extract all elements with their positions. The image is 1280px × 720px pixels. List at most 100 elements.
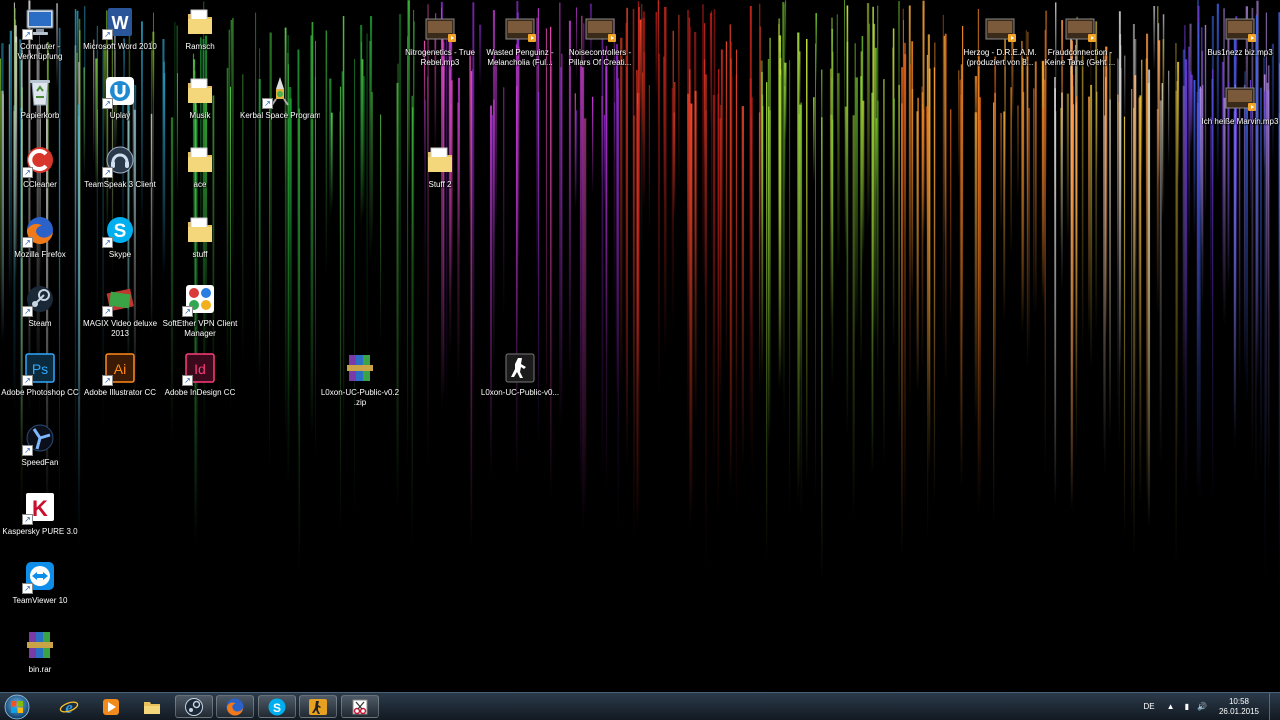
desktop-icon-label: stuff [160,250,240,260]
desktop-icon[interactable]: ↗ Kerbal Space Program [240,73,320,121]
light-streak [491,114,494,332]
desktop-icon[interactable]: Bus1nezz biz.mp3 [1200,10,1280,58]
light-streak [493,99,495,370]
taskbar-button-internet-explorer[interactable]: e [50,695,88,718]
desktop-icon-label: Mozilla Firefox [0,250,80,260]
light-streak [561,53,563,420]
network-icon[interactable]: ▮ [1185,702,1189,711]
light-streak [927,113,929,546]
skype-icon: S ↗ [102,212,138,248]
light-streak [633,115,635,541]
light-streak [798,114,800,487]
light-streak [1054,111,1057,499]
desktop-icon[interactable]: Herzog - D.R.E.A.M. (produziert von 8... [960,10,1040,68]
show-desktop-button[interactable] [1269,693,1280,720]
shortcut-arrow-icon: ↗ [102,29,113,40]
desktop-icon[interactable]: ↗ TeamViewer 10 [0,558,80,606]
taskbar-button-csgo[interactable] [299,695,337,718]
desktop-icon-label-line: stuff [192,250,208,259]
desktop-icon[interactable]: K ↗ Kaspersky PURE 3.0 [0,489,80,537]
light-streak [1185,70,1188,496]
light-streak [736,49,737,382]
light-streak [371,92,373,250]
light-streak [741,106,744,467]
desktop-icon-label-line: .zip [353,398,367,407]
light-streak [702,4,704,286]
desktop-icon[interactable]: Ps ↗ Adobe Photoshop CC [0,350,80,398]
desktop-icon[interactable]: ↗ Mozilla Firefox [0,212,80,260]
desktop-icon-label-line: bin.rar [28,665,52,674]
desktop-icon[interactable]: Wasted Penguinz - Melancholia (Ful... [480,10,560,68]
uplay-icon: ↗ [102,73,138,109]
snipping-tool-icon [350,697,370,717]
light-streak [909,64,911,411]
desktop-icon[interactable]: ↗ CCleaner [0,142,80,190]
desktop-icon[interactable]: L0xon-UC-Public-v0... [480,350,560,398]
desktop-icon[interactable]: L0xon-UC-Public-v0.2 .zip [320,350,400,408]
desktop-icon[interactable]: ↗ Computer - Verknüpfung [0,4,80,62]
desktop-icon-label: Wasted Penguinz - Melancholia (Ful... [480,48,560,68]
desktop-icon[interactable]: ↗ Uplay [80,73,160,121]
desktop-icon[interactable]: Ai ↗ Adobe Illustrator CC [80,350,160,398]
desktop-icon[interactable]: ↗ SoftEther VPN Client Manager [160,281,240,339]
desktop-icon-label-line: Wasted Penguinz - [486,48,554,57]
desktop[interactable]: ↗ Computer - Verknüpfung W ↗ Microsoft Word 2… [0,0,1280,692]
desktop-icon[interactable]: ↗ Steam [0,281,80,329]
light-streak [592,96,594,195]
taskbar-button-media-player[interactable] [92,695,130,718]
light-streak [1197,34,1199,501]
desktop-icon-label-line: Pillars Of Creati... [568,58,632,67]
desktop-icon[interactable]: ↗ MAGIX Video deluxe 2013 [80,281,160,339]
light-streak [1162,14,1165,83]
desktop-icon-label: CCleaner [0,180,80,190]
indesign-icon: Id ↗ [182,350,218,386]
light-streak [46,42,49,238]
counter-strike-icon [502,350,538,386]
taskbar-button-explorer[interactable] [133,695,171,718]
desktop-icon[interactable]: S ↗ Skype [80,212,160,260]
light-streak [1017,105,1019,203]
desktop-icon[interactable]: Ich heiße Marvin.mp3 [1200,79,1280,127]
word-icon: W ↗ [102,4,138,40]
desktop-icon-label: L0xon-UC-Public-v0... [480,388,560,398]
desktop-icon[interactable]: Id ↗ Adobe InDesign CC [160,350,240,398]
desktop-icon[interactable]: Stuff 2 [400,142,480,190]
desktop-icon[interactable]: Noisecontrollers - Pillars Of Creati... [560,10,640,68]
light-streak [875,118,878,194]
desktop-icon[interactable]: Papierkorb [0,73,80,121]
light-streak [923,17,925,240]
desktop-icon[interactable]: ↗ SpeedFan [0,420,80,468]
desktop-icon[interactable]: stuff [160,212,240,260]
desktop-icon-label-line: Stuff 2 [428,180,452,189]
volume-icon[interactable]: 🔊 [1197,702,1207,711]
start-button[interactable] [2,694,32,720]
desktop-icon[interactable]: Nitrogenetics - True Rebel.mp3 [400,10,480,68]
light-streak [518,46,520,259]
taskbar-button-snipping[interactable] [340,695,379,718]
light-streak [424,99,426,290]
csgo-icon [308,697,328,717]
light-streak [898,84,900,434]
taskbar-button-firefox[interactable] [216,695,254,718]
desktop-icon-label-line: L0xon-UC-Public-v0.2 [320,388,400,397]
language-indicator[interactable]: DE [1144,702,1155,711]
desktop-icon[interactable]: ↗ TeamSpeak 3 Client [80,142,160,190]
desktop-icon-label-line: SoftEther VPN Client [162,319,238,328]
desktop-icon[interactable]: Fraudconnection - Keine Tans (Geht ... [1040,10,1120,68]
light-streak [800,102,803,519]
taskbar-button-skype[interactable]: S [257,695,296,718]
taskbar-button-steam[interactable] [174,695,213,718]
desktop-icon[interactable]: W ↗ Microsoft Word 2010 [80,4,160,52]
desktop-icon[interactable]: ace [160,142,240,190]
desktop-icon[interactable]: bin.rar [0,627,80,675]
light-streak [974,112,978,424]
clock[interactable]: 10:58 26.01.2015 [1219,697,1259,717]
light-streak [962,26,964,353]
desktop-icon[interactable]: Ramsch [160,4,240,52]
desktop-icon[interactable]: Musik [160,73,240,121]
light-streak [717,69,720,382]
light-streak [759,26,761,258]
teamviewer-icon: ↗ [22,558,58,594]
steam-icon [184,697,204,717]
tray-arrow-icon[interactable]: ▲ [1167,702,1175,711]
